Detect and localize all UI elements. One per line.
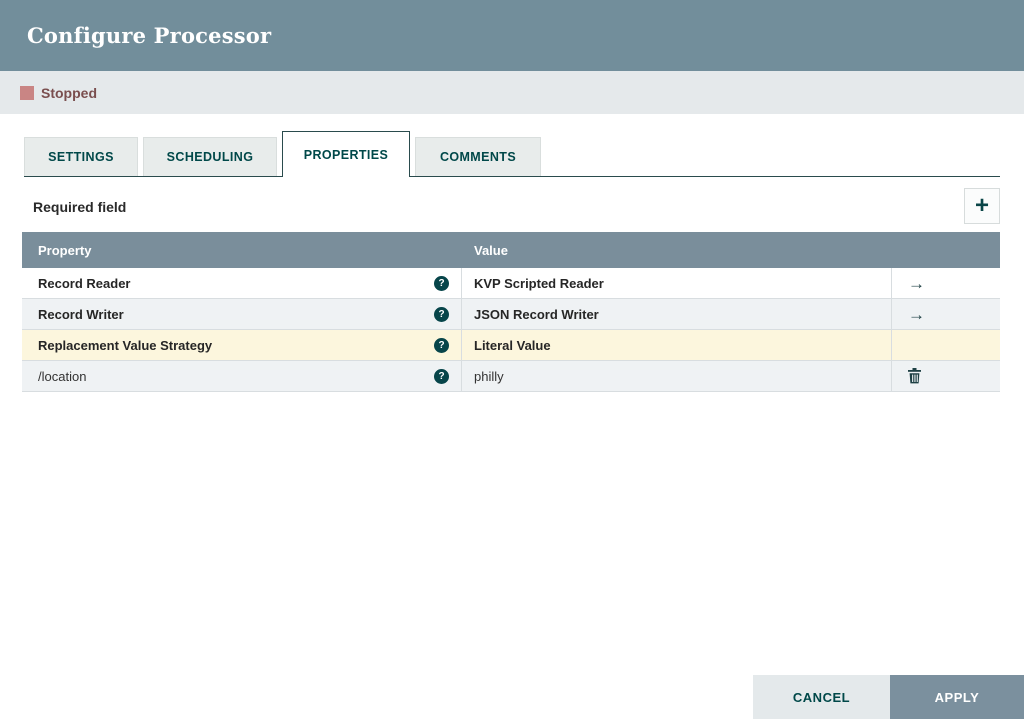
value-cell[interactable]: JSON Record Writer bbox=[462, 299, 892, 329]
apply-button[interactable]: APPLY bbox=[890, 675, 1024, 719]
dialog-header: Configure Processor bbox=[0, 0, 1024, 71]
value-cell[interactable]: KVP Scripted Reader bbox=[462, 268, 892, 298]
column-header-property: Property bbox=[22, 243, 462, 258]
tab-label: SETTINGS bbox=[48, 150, 114, 164]
properties-table: Property Value Record Reader ? KVP Scrip… bbox=[22, 232, 1000, 392]
plus-icon: + bbox=[975, 194, 989, 218]
property-value: Literal Value bbox=[474, 338, 551, 353]
help-icon[interactable]: ? bbox=[434, 338, 449, 353]
tab-settings[interactable]: SETTINGS bbox=[24, 137, 138, 176]
tab-label: PROPERTIES bbox=[304, 148, 389, 162]
configure-processor-dialog: Configure Processor Stopped SETTINGS SCHE… bbox=[0, 0, 1024, 719]
property-value: philly bbox=[474, 369, 504, 384]
value-cell[interactable]: philly bbox=[462, 361, 892, 391]
cancel-button[interactable]: CANCEL bbox=[753, 675, 890, 719]
help-icon[interactable]: ? bbox=[434, 369, 449, 384]
tab-label: SCHEDULING bbox=[167, 150, 254, 164]
table-body: Record Reader ? KVP Scripted Reader → Re… bbox=[22, 268, 1000, 392]
property-cell: Record Writer ? bbox=[22, 299, 462, 329]
dialog-title: Configure Processor bbox=[0, 23, 271, 48]
table-row: Replacement Value Strategy ? Literal Val… bbox=[22, 330, 1000, 361]
table-header-row: Property Value bbox=[22, 232, 1000, 268]
property-name: /location bbox=[38, 369, 434, 384]
tab-comments[interactable]: COMMENTS bbox=[415, 137, 541, 176]
table-row: Record Writer ? JSON Record Writer → bbox=[22, 299, 1000, 330]
go-to-service-arrow-icon[interactable]: → bbox=[908, 306, 925, 323]
help-icon[interactable]: ? bbox=[434, 276, 449, 291]
tab-label: COMMENTS bbox=[440, 150, 516, 164]
add-property-button[interactable]: + bbox=[964, 188, 1000, 224]
action-cell: → bbox=[892, 299, 1000, 329]
value-cell[interactable]: Literal Value bbox=[462, 330, 892, 360]
column-header-value: Value bbox=[462, 243, 892, 258]
tab-bar: SETTINGS SCHEDULING PROPERTIES COMMENTS bbox=[24, 131, 1000, 177]
property-value: KVP Scripted Reader bbox=[474, 276, 604, 291]
property-name: Record Reader bbox=[38, 276, 434, 291]
property-name: Replacement Value Strategy bbox=[38, 338, 434, 353]
table-row: /location ? philly → bbox=[22, 361, 1000, 392]
table-row: Record Reader ? KVP Scripted Reader → bbox=[22, 268, 1000, 299]
action-cell: → bbox=[892, 268, 1000, 298]
status-label: Stopped bbox=[41, 85, 97, 101]
action-cell: → bbox=[892, 330, 1000, 360]
property-name: Record Writer bbox=[38, 307, 434, 322]
tab-scheduling[interactable]: SCHEDULING bbox=[143, 137, 277, 176]
property-cell: Replacement Value Strategy ? bbox=[22, 330, 462, 360]
property-cell: Record Reader ? bbox=[22, 268, 462, 298]
required-field-label: Required field bbox=[33, 199, 126, 215]
stopped-state-icon bbox=[20, 86, 34, 100]
property-value: JSON Record Writer bbox=[474, 307, 599, 322]
go-to-service-arrow-icon[interactable]: → bbox=[908, 275, 925, 292]
property-cell: /location ? bbox=[22, 361, 462, 391]
help-icon[interactable]: ? bbox=[434, 307, 449, 322]
tab-properties[interactable]: PROPERTIES bbox=[282, 131, 410, 177]
trash-icon[interactable] bbox=[908, 368, 921, 384]
action-cell: → bbox=[892, 361, 1000, 391]
status-bar: Stopped bbox=[0, 71, 1024, 114]
